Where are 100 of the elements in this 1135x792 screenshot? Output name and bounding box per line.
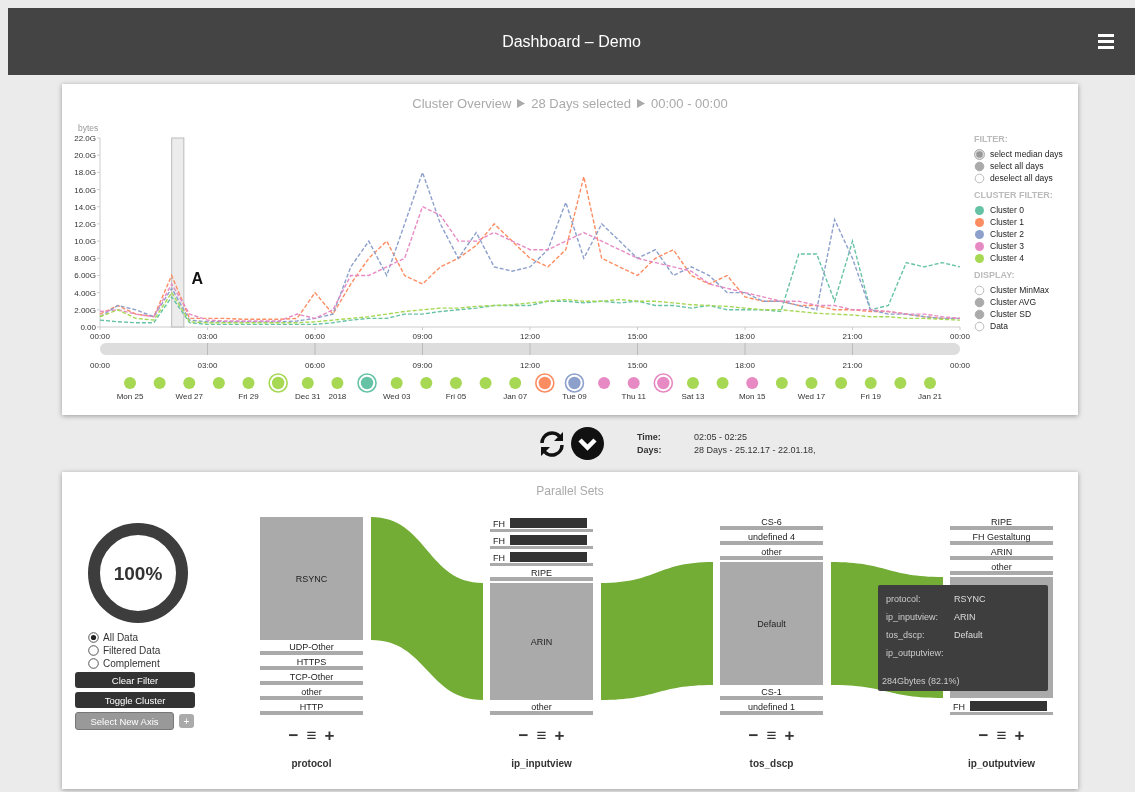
menu-icon[interactable] — [1098, 34, 1114, 49]
category-bar[interactable] — [720, 562, 823, 685]
day-marker[interactable] — [835, 377, 848, 389]
toggle-dot[interactable] — [974, 296, 985, 308]
radio-button[interactable] — [88, 658, 99, 669]
day-marker[interactable] — [449, 377, 462, 389]
axis-control[interactable]: + — [784, 726, 795, 745]
day-marker[interactable] — [242, 377, 255, 389]
legend-label: Cluster SD — [990, 309, 1032, 319]
chevron-down-icon[interactable] — [571, 427, 604, 460]
category-label: other — [531, 702, 552, 712]
time-selection[interactable] — [171, 137, 185, 328]
category-bar[interactable] — [950, 571, 1053, 575]
day-marker[interactable] — [390, 377, 403, 389]
day-marker[interactable] — [268, 373, 288, 393]
day-marker[interactable] — [805, 377, 818, 389]
time-range-slider[interactable] — [100, 342, 960, 356]
day-marker[interactable] — [598, 377, 611, 389]
category-bar[interactable] — [490, 529, 593, 532]
radio-button[interactable] — [88, 645, 99, 656]
toggle-dot[interactable] — [974, 320, 985, 332]
axis-control[interactable]: ≡ — [766, 726, 777, 745]
category-bar[interactable] — [490, 577, 593, 581]
color-dot[interactable] — [974, 216, 985, 228]
action-button[interactable]: Clear Filter — [75, 672, 195, 688]
category-bar[interactable] — [260, 666, 363, 670]
axis-tick-label: 6.00G — [74, 271, 96, 281]
toggle-dot[interactable] — [974, 284, 985, 296]
day-marker[interactable] — [894, 377, 907, 389]
axis-control[interactable]: + — [1014, 726, 1025, 745]
day-marker[interactable] — [509, 377, 522, 389]
radio-button[interactable] — [974, 172, 985, 184]
day-label: Wed 17 — [797, 392, 826, 401]
day-marker[interactable] — [301, 377, 314, 389]
radio-button[interactable] — [88, 632, 99, 643]
refresh-icon[interactable] — [537, 428, 567, 459]
category-bar[interactable] — [950, 712, 1053, 715]
day-marker[interactable] — [775, 377, 788, 389]
axis-control[interactable]: ≡ — [536, 726, 547, 745]
day-marker[interactable] — [420, 377, 433, 389]
axis-control[interactable]: + — [554, 726, 565, 745]
day-marker[interactable] — [153, 377, 166, 389]
axis-control[interactable]: − — [518, 726, 529, 745]
category-bar[interactable] — [490, 711, 593, 715]
axis-tick-label: 18.0G — [74, 168, 96, 178]
color-dot[interactable] — [974, 252, 985, 264]
page-title: Dashboard – Demo — [502, 32, 641, 51]
category-bar[interactable] — [260, 696, 363, 700]
day-marker[interactable] — [746, 377, 759, 389]
axis-control[interactable]: + — [324, 726, 335, 745]
color-dot[interactable] — [974, 228, 985, 240]
day-marker[interactable] — [686, 377, 699, 389]
category-bar[interactable] — [720, 541, 823, 545]
day-marker[interactable] — [564, 373, 585, 393]
day-marker[interactable] — [357, 373, 377, 393]
legend-label: deselect all days — [990, 173, 1053, 183]
category-bar[interactable] — [260, 681, 363, 685]
day-marker[interactable] — [924, 377, 936, 389]
category-bar[interactable] — [720, 556, 823, 560]
day-marker[interactable] — [479, 377, 492, 389]
color-dot[interactable] — [974, 240, 985, 252]
day-marker[interactable] — [716, 377, 729, 389]
category-bar[interactable] — [490, 583, 593, 700]
category-bar[interactable] — [720, 711, 823, 715]
radio-button[interactable] — [974, 148, 985, 160]
triangle-icon — [637, 98, 646, 108]
category-bar[interactable] — [950, 526, 1053, 530]
color-dot[interactable] — [974, 204, 985, 216]
category-bar[interactable] — [950, 541, 1053, 545]
category-bar[interactable] — [260, 711, 363, 715]
category-bar[interactable] — [720, 526, 823, 530]
day-marker[interactable] — [535, 373, 555, 393]
day-marker[interactable] — [864, 377, 877, 389]
category-bar[interactable] — [260, 651, 363, 655]
category-bar[interactable] — [490, 546, 593, 549]
day-marker[interactable] — [627, 377, 640, 389]
radio-button[interactable] — [974, 160, 985, 172]
axis-control[interactable]: − — [748, 726, 759, 745]
category-bar[interactable] — [950, 556, 1053, 560]
axis-control[interactable]: ≡ — [306, 726, 317, 745]
day-marker[interactable] — [212, 377, 225, 389]
category-bar[interactable] — [720, 696, 823, 700]
axis-control[interactable]: ≡ — [996, 726, 1007, 745]
day-marker[interactable] — [124, 377, 136, 389]
action-button[interactable]: Toggle Cluster — [75, 692, 195, 708]
day-marker[interactable] — [653, 373, 674, 393]
info-label: Days: — [637, 445, 663, 455]
axis-tick-label: 18:00 — [735, 332, 755, 341]
toggle-dot[interactable] — [974, 308, 985, 320]
category-label: other — [761, 547, 782, 557]
axis-tick-label: 15:00 — [627, 361, 648, 370]
axis-tick-label: 09:00 — [412, 361, 433, 370]
legend-label: Cluster AVG — [990, 297, 1037, 307]
category-bar[interactable] — [260, 517, 363, 640]
category-label: FH — [493, 536, 505, 546]
axis-control[interactable]: − — [288, 726, 299, 745]
day-marker[interactable] — [183, 377, 196, 389]
category-bar[interactable] — [490, 563, 593, 566]
day-marker[interactable] — [331, 377, 344, 389]
axis-control[interactable]: − — [978, 726, 989, 745]
